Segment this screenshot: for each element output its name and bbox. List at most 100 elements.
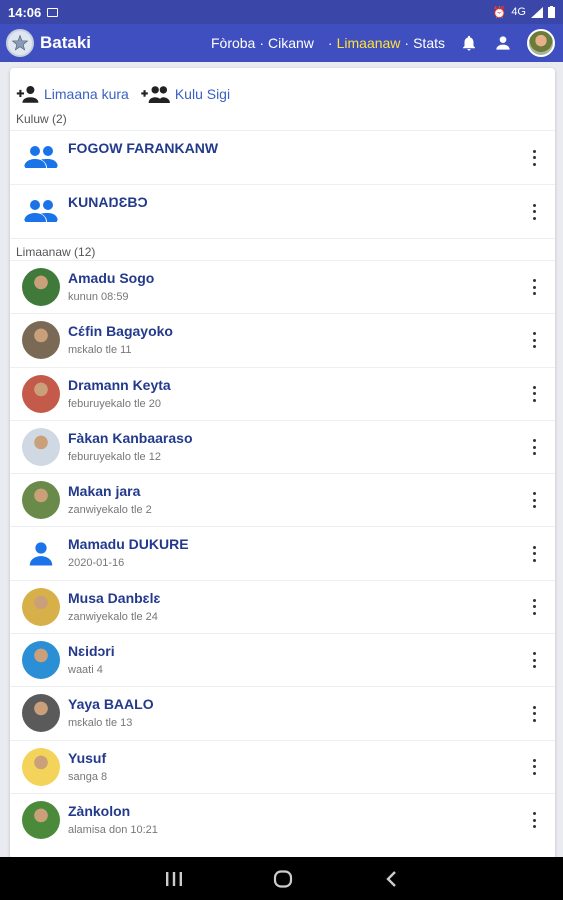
contact-row[interactable]: Zànkolon alamisa don 10:21 [10,792,555,846]
contact-row[interactable]: Dramann Keyta feburuyekalo tle 20 [10,366,555,420]
contact-avatar [22,800,60,839]
contact-text: Zànkolon alamisa don 10:21 [68,794,158,836]
bell-icon[interactable] [459,33,479,53]
contact-avatar [22,427,60,466]
more-options-icon[interactable] [531,758,537,775]
app-logo[interactable] [6,29,34,57]
more-options-icon[interactable] [531,385,537,402]
group-icon [22,192,60,230]
more-options-icon[interactable] [531,652,537,669]
nav-separator: · [327,35,333,51]
contact-row[interactable]: Fàkan Kanbaaraso feburuyekalo tle 12 [10,419,555,473]
profile-icon[interactable] [493,33,513,53]
contact-avatar [22,481,60,520]
more-options-icon[interactable] [531,705,537,722]
group-icon [22,138,60,176]
contact-row[interactable]: Nɛidɔri waati 4 [10,633,555,686]
contacts-card: Limaana kura Kulu Sigi Kuluw (2) FOGOW F… [10,68,555,860]
more-options-icon[interactable] [531,492,537,509]
contact-row[interactable]: Amadu Sogo kunun 08:59 [10,260,555,313]
contact-name: Fàkan Kanbaaraso [68,429,193,446]
new-contact-button[interactable]: Limaana kura [16,85,129,103]
contact-name: Nɛidɔri [68,643,115,660]
group-text: KUNAŊƐBƆ [68,185,148,210]
group-text: FOGOW FARANKANW [68,131,218,156]
contact-last-seen: waati 4 [68,664,103,677]
contact-text: Yusuf sanga 8 [68,741,107,783]
contact-name: Makan jara [68,483,141,500]
signal-icon [531,6,543,18]
tab-stats[interactable]: Stats [413,35,445,51]
contact-last-seen: feburuyekalo tle 20 [68,397,161,410]
more-options-icon[interactable] [531,332,537,349]
alarm-icon: ⏰ [492,6,507,19]
new-group-label: Kulu Sigi [174,86,231,102]
contact-text: Dramann Keyta feburuyekalo tle 20 [68,368,171,410]
contact-list: Amadu Sogo kunun 08:59 Cɛ́fin Bagayoko mɛka… [10,260,555,846]
contact-name: Zànkolon [68,802,131,819]
contact-avatar [22,268,60,306]
contact-last-seen: sanga 8 [68,770,108,783]
tab-limaanaw[interactable]: Limaanaw [337,35,401,51]
contact-avatar [22,321,60,360]
more-options-icon[interactable] [531,812,537,829]
contact-text: Mamadu DUKURE 2020-01-16 [68,527,189,569]
contact-text: Makan jara zanwiyekalo tle 2 [68,474,152,516]
contact-text: Musa Danbɛlɛ zanwiyekalo tle 24 [68,581,160,623]
contact-name: Musa Danbɛlɛ [68,589,161,606]
contact-text: Yaya BAALO mɛkalo tle 13 [68,687,154,729]
contact-last-seen: mɛkalo tle 13 [68,717,133,730]
more-options-icon[interactable] [531,598,537,615]
tab-foroba[interactable]: Fòroba [211,35,255,51]
more-options-icon[interactable] [531,279,537,296]
contact-row[interactable]: Makan jara zanwiyekalo tle 2 [10,473,555,526]
home-icon[interactable] [273,869,293,888]
more-options-icon[interactable] [531,439,537,456]
contact-row[interactable]: Mamadu DUKURE 2020-01-16 [10,526,555,579]
contact-last-seen: kunun 08:59 [68,291,129,303]
status-icons: ⏰ 4G [493,6,555,19]
nav-separator: · [404,35,410,51]
contact-name: Yaya BAALO [68,696,154,713]
new-group-button[interactable]: Kulu Sigi [141,85,230,103]
status-bar: 14:06 ⏰ 4G [0,0,563,24]
contacts-section-label: Limaanaw (12) [10,238,555,260]
top-nav: Fòroba · Cikanw · Limaanaw · Stats [211,35,445,51]
tab-cikanw[interactable]: Cikanw [268,35,314,51]
battery-icon [548,6,555,18]
contact-text: Fàkan Kanbaaraso feburuyekalo tle 12 [68,421,193,463]
recent-apps-icon[interactable] [165,871,183,887]
more-options-icon[interactable] [531,203,537,220]
contact-avatar [22,641,60,680]
add-group-icon [141,86,170,103]
contact-row[interactable]: Cɛ́fin Bagayoko mɛkalo tle 11 [10,313,555,366]
app-title: Bataki [40,33,92,52]
nav-separator: · [259,35,265,51]
more-options-icon[interactable] [531,545,537,562]
contact-last-seen: zanwiyekalo tle 24 [68,610,158,623]
contact-row[interactable]: Yaya BAALO mɛkalo tle 13 [10,686,555,739]
contact-name: Amadu Sogo [68,270,155,286]
group-row[interactable]: KUNAŊƐBƆ [10,184,555,238]
contact-text: Cɛ́fin Bagayoko mɛkalo tle 11 [68,314,173,356]
contact-last-seen: feburuyekalo tle 12 [68,450,161,463]
system-navigation-bar [0,857,563,900]
contact-row[interactable]: Musa Danbɛlɛ zanwiyekalo tle 24 [10,579,555,633]
more-options-icon[interactable] [531,149,537,166]
contact-avatar [22,747,60,786]
user-avatar[interactable] [527,29,555,57]
contact-name: Yusuf [68,749,107,766]
contact-text: Nɛidɔri waati 4 [68,634,115,676]
back-icon[interactable] [384,870,398,888]
contact-last-seen: 2020-01-16 [68,557,125,570]
contact-name: Mamadu DUKURE [68,536,189,553]
gallery-notification-icon [47,7,59,17]
contact-row[interactable]: Yusuf sanga 8 [10,739,555,793]
new-contact-label: Limaana kura [44,86,129,102]
contact-text: Amadu Sogo kunun 08:59 [68,261,154,303]
group-row[interactable]: FOGOW FARANKANW [10,130,555,184]
contact-avatar [22,534,60,572]
person-icon [29,542,53,566]
contact-last-seen: alamisa don 10:21 [68,823,158,836]
contact-avatar [22,374,60,413]
